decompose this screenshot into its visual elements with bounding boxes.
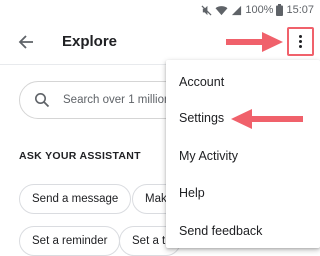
more-options-button[interactable] [287, 27, 314, 56]
battery-percent: 100% [245, 4, 274, 16]
menu-item-account[interactable]: Account [179, 75, 224, 89]
status-bar: 100% 15:07 [0, 0, 320, 20]
back-arrow-icon [18, 35, 33, 49]
chip-send-message[interactable]: Send a message [19, 184, 132, 214]
chip-set-reminder[interactable]: Set a reminder [19, 226, 121, 256]
chip-label: Set a reminder [32, 235, 108, 247]
menu-item-my-activity[interactable]: My Activity [179, 149, 238, 163]
menu-item-help[interactable]: Help [179, 186, 205, 200]
section-heading: ASK YOUR ASSISTANT [19, 150, 141, 162]
mute-icon [201, 4, 212, 16]
back-button[interactable] [14, 30, 38, 54]
search-icon [34, 92, 50, 108]
status-time: 15:07 [286, 4, 314, 16]
chip-label: Set a ti [132, 235, 168, 247]
more-vert-icon [299, 35, 302, 38]
chip-label: Send a message [32, 193, 119, 205]
wifi-icon [215, 5, 228, 16]
page-title: Explore [62, 33, 118, 50]
battery-icon [276, 4, 284, 16]
menu-item-send-feedback[interactable]: Send feedback [179, 224, 262, 238]
annotation-arrow-icon [231, 109, 303, 129]
app-bar: Explore [0, 20, 320, 64]
overflow-menu: Account Settings My Activity Help Send f… [166, 60, 320, 248]
annotation-arrow-icon [226, 32, 283, 52]
menu-item-settings[interactable]: Settings [179, 111, 224, 125]
signal-icon [231, 5, 242, 16]
